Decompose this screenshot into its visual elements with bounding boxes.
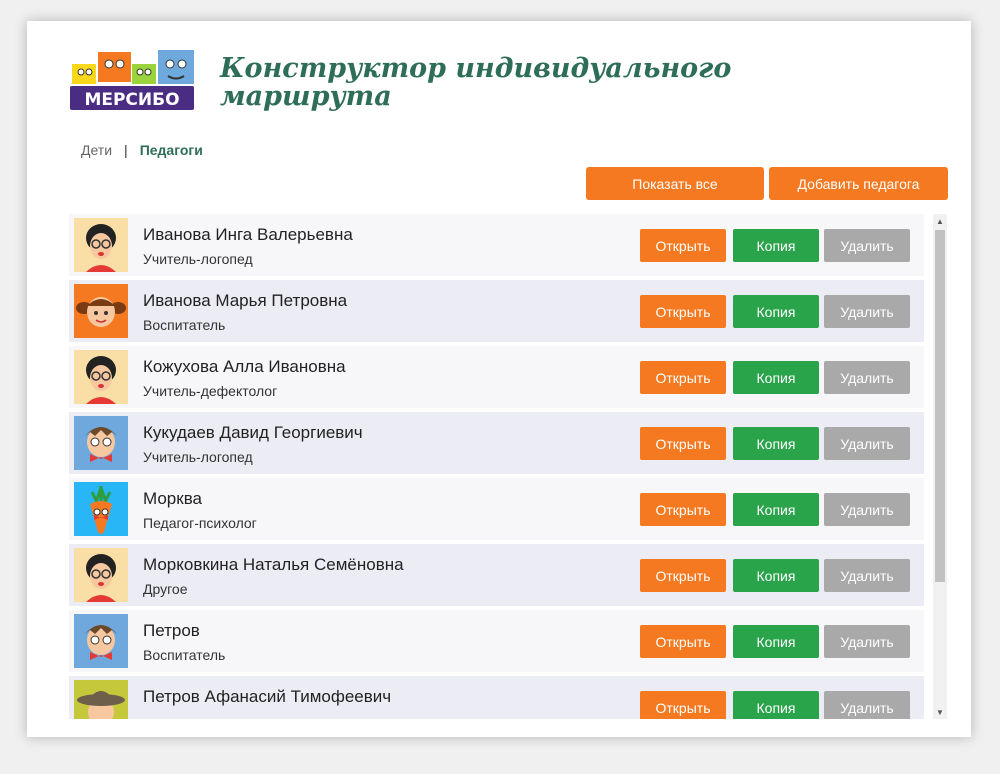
- mersibo-logo: МЕРСИБО: [70, 50, 194, 110]
- open-button[interactable]: Открыть: [640, 361, 726, 394]
- list-item: Петров Афанасий Тимофеевич Открыть Копия…: [69, 676, 924, 719]
- scrollbar-thumb[interactable]: [935, 230, 945, 582]
- list-item: Кукудаев Давид Георгиевич Учитель-логопе…: [69, 412, 924, 474]
- teacher-role: Учитель-логопед: [143, 251, 253, 267]
- delete-button[interactable]: Удалить: [824, 361, 910, 394]
- teacher-name: Иванова Марья Петровна: [143, 291, 348, 310]
- delete-button[interactable]: Удалить: [824, 691, 910, 719]
- avatar: [74, 350, 128, 404]
- tab-children[interactable]: Дети: [81, 142, 112, 158]
- open-button[interactable]: Открыть: [640, 229, 726, 262]
- teacher-name: Кукудаев Давид Георгиевич: [143, 423, 363, 442]
- delete-button[interactable]: Удалить: [824, 625, 910, 658]
- teacher-list: Иванова Инга Валерьевна Учитель-логопед …: [69, 214, 924, 719]
- avatar: [74, 614, 128, 668]
- delete-button[interactable]: Удалить: [824, 229, 910, 262]
- svg-text:МЕРСИБО: МЕРСИБО: [84, 90, 179, 110]
- main-panel: МЕРСИБО Конструктор индивидуального марш…: [27, 21, 971, 737]
- list-item: Иванова Инга Валерьевна Учитель-логопед …: [69, 214, 924, 276]
- avatar: [74, 482, 128, 536]
- tab-separator: |: [124, 142, 128, 158]
- teacher-name: Морковкина Наталья Семёновна: [143, 555, 404, 574]
- teacher-name: Кожухова Алла Ивановна: [143, 357, 346, 376]
- list-item: Морковкина Наталья Семёновна Другое Откр…: [69, 544, 924, 606]
- delete-button[interactable]: Удалить: [824, 493, 910, 526]
- copy-button[interactable]: Копия: [733, 493, 819, 526]
- teacher-role: Другое: [143, 581, 188, 597]
- list-item: Иванова Марья Петровна Воспитатель Откры…: [69, 280, 924, 342]
- open-button[interactable]: Открыть: [640, 559, 726, 592]
- scroll-up-arrow-icon[interactable]: ▲: [933, 214, 947, 228]
- teacher-role: Воспитатель: [143, 647, 226, 663]
- teacher-role: Воспитатель: [143, 317, 226, 333]
- show-all-button[interactable]: Показать все: [586, 167, 764, 200]
- copy-button[interactable]: Копия: [733, 625, 819, 658]
- copy-button[interactable]: Копия: [733, 229, 819, 262]
- open-button[interactable]: Открыть: [640, 295, 726, 328]
- delete-button[interactable]: Удалить: [824, 559, 910, 592]
- copy-button[interactable]: Копия: [733, 427, 819, 460]
- open-button[interactable]: Открыть: [640, 691, 726, 719]
- delete-button[interactable]: Удалить: [824, 427, 910, 460]
- open-button[interactable]: Открыть: [640, 427, 726, 460]
- copy-button[interactable]: Копия: [733, 295, 819, 328]
- avatar: [74, 218, 128, 272]
- list-item: Петров Воспитатель Открыть Копия Удалить: [69, 610, 924, 672]
- scroll-down-arrow-icon[interactable]: ▼: [933, 705, 947, 719]
- list-scrollbar[interactable]: ▲ ▼: [933, 214, 947, 719]
- list-item: Кожухова Алла Ивановна Учитель-дефектоло…: [69, 346, 924, 408]
- avatar: [74, 416, 128, 470]
- avatar: [74, 284, 128, 338]
- add-teacher-button[interactable]: Добавить педагога: [769, 167, 948, 200]
- open-button[interactable]: Открыть: [640, 493, 726, 526]
- teacher-name: Морква: [143, 489, 202, 508]
- copy-button[interactable]: Копия: [733, 691, 819, 719]
- copy-button[interactable]: Копия: [733, 361, 819, 394]
- page-title: Конструктор индивидуального маршрута: [220, 53, 732, 112]
- teacher-name: Иванова Инга Валерьевна: [143, 225, 353, 244]
- teacher-role: Учитель-логопед: [143, 449, 253, 465]
- open-button[interactable]: Открыть: [640, 625, 726, 658]
- avatar: [74, 548, 128, 602]
- list-item: Морква Педагог-психолог Открыть Копия Уд…: [69, 478, 924, 540]
- avatar: [74, 680, 128, 719]
- copy-button[interactable]: Копия: [733, 559, 819, 592]
- section-tabs: Дети | Педагоги: [81, 142, 203, 158]
- teacher-name: Петров: [143, 621, 200, 640]
- teacher-name: Петров Афанасий Тимофеевич: [143, 687, 392, 706]
- teacher-role: Учитель-дефектолог: [143, 383, 278, 399]
- delete-button[interactable]: Удалить: [824, 295, 910, 328]
- tab-teachers[interactable]: Педагоги: [140, 142, 203, 158]
- teacher-role: Педагог-психолог: [143, 515, 257, 531]
